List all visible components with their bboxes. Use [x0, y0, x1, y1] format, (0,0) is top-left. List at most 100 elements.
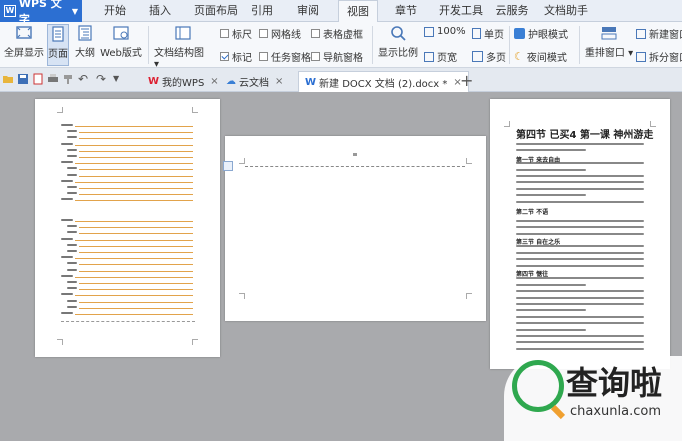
split-window-button[interactable]: 拆分窗口 [636, 49, 682, 64]
new-window-button[interactable]: 新建窗口 [636, 26, 682, 41]
doc-map-button[interactable]: 文档结构图 ▾ [154, 24, 212, 70]
toc-entry [67, 305, 77, 308]
night-mode-button[interactable]: ☾ 夜间模式 [514, 49, 567, 64]
page-break-icon [223, 161, 233, 171]
print-preview-icon[interactable] [32, 73, 44, 85]
tab-review[interactable]: 审阅 [293, 0, 323, 22]
body-text-line [516, 315, 644, 318]
body-text-line [516, 296, 644, 299]
toc-entry [61, 293, 73, 296]
open-folder-icon[interactable] [2, 73, 14, 85]
toc-entry [67, 225, 77, 228]
toc-entry [67, 299, 77, 302]
web-layout-button[interactable]: Web版式 [100, 24, 142, 59]
grid-checkbox[interactable]: 网格线 [259, 26, 301, 41]
ruler-checkbox[interactable]: 标尺 [220, 26, 252, 41]
save-icon[interactable] [17, 73, 29, 85]
magnifier-logo-icon [512, 360, 564, 412]
section-heading: 第三节 自在之乐 [516, 239, 561, 246]
toc-leader-line [79, 194, 193, 196]
zoom-button[interactable]: 显示比例 [377, 24, 419, 59]
tab-page-layout[interactable]: 页面布局 [190, 0, 242, 22]
print-icon[interactable] [47, 73, 59, 85]
page-corner-mark [192, 339, 198, 345]
body-text-line [516, 341, 644, 344]
page-corner-mark [466, 293, 472, 299]
single-page-button[interactable]: 单页 [472, 26, 504, 41]
toc-leader-line [75, 144, 193, 146]
fullscreen-button[interactable]: 全屏显示 [4, 24, 44, 59]
checkbox-checked [220, 52, 229, 61]
toc-leader-line [75, 314, 193, 315]
doc-tab-cloud[interactable]: ☁ 云文档 × [220, 71, 289, 92]
body-text-line [516, 175, 644, 177]
page-view-button[interactable]: 页面 [47, 24, 69, 66]
body-text-line [516, 168, 586, 171]
tab-cloud[interactable]: 云服务 [492, 0, 532, 22]
body-text-line [516, 181, 644, 184]
checkbox-unchecked [311, 29, 320, 38]
document-page-2[interactable] [223, 136, 486, 321]
web-layout-label: Web版式 [100, 48, 142, 59]
section-heading: 第二节 不语 [516, 209, 549, 216]
page-width-button[interactable]: 页宽 [424, 49, 457, 64]
chevron-down-icon[interactable]: ▼ [113, 73, 125, 85]
toc-leader-line [79, 233, 193, 235]
task-pane-checkbox[interactable]: 任务窗格 [259, 49, 311, 64]
doc-tab-my-wps[interactable]: W 我的WPS × [142, 71, 225, 92]
marks-checkbox[interactable]: 标记 [220, 49, 252, 64]
tab-insert[interactable]: 插入 [145, 0, 175, 22]
separator [372, 26, 373, 64]
body-text-line [516, 251, 644, 254]
tab-developer[interactable]: 开发工具 [436, 0, 486, 22]
toc-leader-line [75, 200, 193, 202]
new-tab-icon[interactable]: + [460, 71, 473, 90]
toc-leader-line [75, 295, 193, 297]
toc-leader-line [79, 264, 193, 266]
toc-leader-line [79, 157, 193, 158]
eye-icon [514, 28, 525, 39]
document-page-1[interactable] [35, 99, 220, 357]
body-text-line [516, 219, 644, 222]
toc-entry [67, 268, 77, 271]
wps-icon: W [148, 76, 160, 87]
toc-entry [67, 243, 77, 246]
body-text-line [516, 143, 644, 145]
tab-chapter[interactable]: 章节 [391, 0, 421, 22]
web-layout-icon [113, 26, 129, 40]
close-icon[interactable]: × [275, 76, 283, 87]
toc-leader-line [79, 245, 193, 247]
menu-bar: W WPS 文字 ▼ 开始 插入 页面布局 引用 审阅 视图 章节 开发工具 云… [0, 0, 682, 26]
table-border-checkbox[interactable]: 表格虚框 [311, 26, 363, 41]
toc-entry [67, 231, 77, 234]
redo-icon[interactable]: ↷ [96, 73, 108, 85]
body-text-line [516, 264, 644, 267]
body-text-line [516, 194, 586, 197]
body-text-line [516, 226, 644, 229]
nav-pane-checkbox[interactable]: 导航窗格 [311, 49, 363, 64]
fullscreen-icon [16, 26, 32, 39]
rearrange-window-button[interactable]: 重排窗口 ▾ [583, 24, 635, 59]
toc-leader-line [75, 126, 193, 127]
zoom-100-button[interactable]: 100% [424, 26, 466, 37]
tab-doc-assistant[interactable]: 文档助手 [540, 0, 592, 22]
toc-entry [67, 155, 77, 157]
tab-start[interactable]: 开始 [100, 0, 130, 22]
close-icon[interactable]: × [210, 76, 218, 87]
body-text-line [516, 347, 644, 350]
doc-tab-current[interactable]: W 新建 DOCX 文档 (2).docx * × [298, 71, 469, 92]
tab-references[interactable]: 引用 [248, 0, 276, 22]
format-painter-icon[interactable] [62, 73, 74, 85]
undo-icon[interactable]: ↶ [78, 73, 90, 85]
document-page-3[interactable]: 第四节 已买4 第一课 神州游走 第一节 来去自由 第二节 不语 第三节 自在之… [490, 99, 670, 369]
app-menu-button[interactable]: W WPS 文字 ▼ [0, 0, 82, 26]
eye-mode-button[interactable]: 护眼模式 [514, 26, 568, 41]
body-text-line [516, 290, 644, 293]
toc-leader-line [79, 132, 193, 134]
outline-label: 大纲 [75, 48, 95, 59]
outline-button[interactable]: 大纲 [73, 24, 97, 59]
page-marker [353, 153, 357, 156]
tab-view[interactable]: 视图 [338, 0, 378, 23]
multi-page-button[interactable]: 多页 [472, 49, 506, 64]
toc-leader-line [75, 239, 193, 241]
